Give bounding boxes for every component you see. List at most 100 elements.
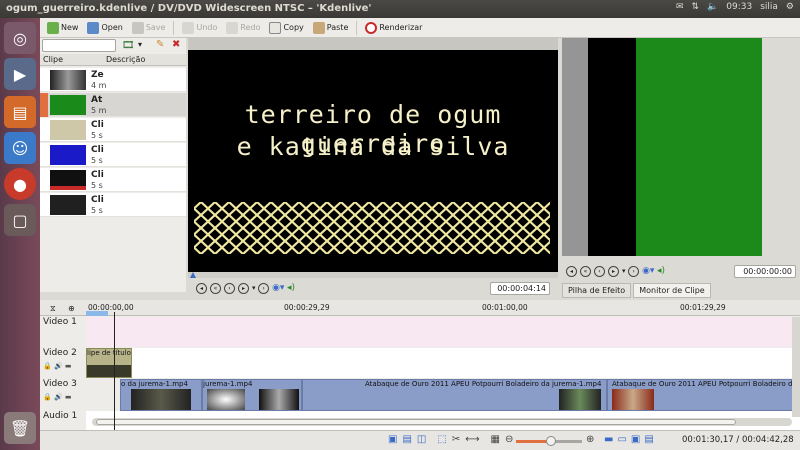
bin-clip[interactable]: Ze 4 m xyxy=(40,68,186,92)
project-monitor[interactable]: terreiro de ogum guerreiro e katina da s… xyxy=(188,38,558,274)
track-controls[interactable]: 🔒 🔊 ▬ xyxy=(43,362,86,370)
prev-frame-icon[interactable]: ‹ xyxy=(224,283,235,294)
chrome-icon[interactable]: ● xyxy=(4,168,36,200)
timeline-ruler[interactable]: ⧖ ⊕ 00:00:00,00 00:00:29,29 00:01:00,00 … xyxy=(40,300,800,316)
track-video2[interactable] xyxy=(86,348,800,378)
volume-icon[interactable]: 🔈 xyxy=(707,2,718,12)
toolbar-separator xyxy=(173,20,175,35)
track-header-video3[interactable]: Video 3 🔒 🔊 ▬ xyxy=(40,379,86,411)
mail-icon[interactable]: ✉ xyxy=(676,2,684,12)
render-button[interactable]: Renderizar xyxy=(362,21,425,35)
column-description[interactable]: Descrição xyxy=(106,55,145,64)
rewind-icon[interactable]: « xyxy=(580,266,591,277)
column-clip[interactable]: Clipe xyxy=(43,55,63,64)
paste-button[interactable]: Paste xyxy=(310,21,352,35)
track-header-audio1[interactable]: Audio 1 xyxy=(40,411,86,430)
delete-clip-icon[interactable]: ✖ xyxy=(172,39,180,50)
spacer-tool-icon[interactable]: ⟷ xyxy=(465,434,479,445)
clip-monitor-controls: ◂ «‹ ▸ ▾ › ◉▾ ◂) 00:00:00:00 xyxy=(562,264,800,280)
bin-search-input[interactable] xyxy=(42,39,116,52)
play-icon[interactable]: ▸ xyxy=(238,283,249,294)
scrollbar-thumb[interactable] xyxy=(96,419,736,425)
clock[interactable]: 09:33 xyxy=(726,2,752,12)
bin-clip[interactable]: Cli 5 s xyxy=(40,193,186,217)
thumbnails-icon[interactable]: ▤ xyxy=(402,434,411,445)
ripple-icon[interactable]: ▭ xyxy=(617,434,626,445)
select-tool-icon[interactable]: ⬚ xyxy=(437,434,446,445)
playhead[interactable] xyxy=(114,312,115,430)
clip-monitor[interactable] xyxy=(562,38,762,256)
vertical-scrollbar[interactable] xyxy=(792,317,800,417)
zoom-out-icon[interactable]: ⊖ xyxy=(505,434,513,445)
track-header-video2[interactable]: Video 2 🔒 🔊 ▬ xyxy=(40,348,86,378)
insert-icon[interactable]: ▤ xyxy=(644,434,653,445)
snap-icon[interactable]: ⊕ xyxy=(68,304,75,313)
razor-tool-icon[interactable]: ✂ xyxy=(452,434,460,445)
undo-button[interactable]: Undo xyxy=(179,21,220,35)
clip-thumbnail xyxy=(50,195,86,215)
copy-button[interactable]: Copy xyxy=(266,21,306,35)
save-button[interactable]: Save xyxy=(129,21,169,35)
timeline-clip-title[interactable]: lipe de título xyxy=(86,348,132,378)
timeline-clip[interactable]: jurema-1.mp4 xyxy=(202,379,302,411)
bin-clip[interactable]: Cli 5 s xyxy=(40,118,186,142)
trash-icon[interactable]: 🗑 xyxy=(4,412,36,444)
redo-button[interactable]: Redo xyxy=(223,21,263,35)
track-header-video1[interactable]: Video 1 xyxy=(40,317,86,347)
zoom-slider[interactable] xyxy=(516,436,582,446)
zoom-slider-handle[interactable] xyxy=(546,436,556,446)
zoom-fit-icon[interactable]: ⧖ xyxy=(50,304,56,314)
volume-icon[interactable]: ◂) xyxy=(657,266,665,276)
files-icon[interactable]: ▤ xyxy=(4,96,36,128)
view-icon[interactable]: ◉▾ xyxy=(272,283,284,293)
main-toolbar: New Open Save Undo Redo Copy Paste Rende… xyxy=(40,18,800,38)
project-ruler[interactable] xyxy=(188,272,558,278)
timeline-clip[interactable]: Atabaque de Ouro 2011 APEU Potpourri Bol… xyxy=(302,379,607,411)
dash-icon[interactable]: ◎ xyxy=(4,22,36,54)
track-video1[interactable] xyxy=(86,317,800,347)
chat-icon[interactable]: ☺ xyxy=(4,132,36,164)
track-view-icon[interactable]: ▬ xyxy=(604,434,613,445)
next-frame-icon[interactable]: › xyxy=(258,283,270,294)
chevron-down-icon[interactable]: ▾ xyxy=(252,284,256,292)
tab-clip-monitor[interactable]: Monitor de Clipe xyxy=(633,283,711,298)
split-audio-icon[interactable]: ▣ xyxy=(388,434,397,445)
tab-effect-stack[interactable]: Pilha de Efeito xyxy=(562,283,632,298)
clip-thumbnail xyxy=(50,170,86,190)
kdenlive-launcher-icon[interactable]: ▶ xyxy=(4,58,36,90)
add-clip-icon[interactable]: 🎞 xyxy=(122,40,135,51)
user-name[interactable]: silia xyxy=(760,2,778,12)
chevron-down-icon[interactable]: ▾ xyxy=(622,267,626,275)
prev-frame-icon[interactable]: ‹ xyxy=(594,266,605,277)
timeline-scrollbar[interactable] xyxy=(92,418,792,426)
open-button[interactable]: Open xyxy=(84,21,125,35)
network-icon[interactable]: ⇅ xyxy=(692,2,700,12)
project-timecode[interactable]: 00:00:04:14 xyxy=(490,282,550,295)
timeline-clip[interactable]: o da jurema-1.mp4 xyxy=(120,379,202,411)
clip-timecode[interactable]: 00:00:00:00 xyxy=(734,265,796,278)
zone-start-icon[interactable]: ◂ xyxy=(566,266,577,277)
chevron-down-icon[interactable]: ▾ xyxy=(138,40,142,49)
next-frame-icon[interactable]: › xyxy=(628,266,640,277)
gear-icon[interactable]: ⚙ xyxy=(786,2,794,12)
keyframes-icon[interactable]: ◫ xyxy=(417,434,426,445)
volume-icon[interactable]: ◂) xyxy=(287,283,295,293)
zone-start-icon[interactable]: ◂ xyxy=(196,283,207,294)
play-icon[interactable]: ▸ xyxy=(608,266,619,277)
bin-clip[interactable]: Cli 5 s xyxy=(40,168,186,192)
overlay-icon[interactable]: ▣ xyxy=(631,434,640,445)
zone-marker[interactable] xyxy=(86,311,108,316)
clip-marker xyxy=(40,93,48,117)
workspace-icon[interactable]: ▢ xyxy=(4,204,36,236)
timeline-clip[interactable]: Atabaque de Ouro 2011 APEU Potpourri Bol… xyxy=(607,379,800,411)
track-name: Video 3 xyxy=(43,379,77,389)
view-icon[interactable]: ◉▾ xyxy=(642,266,654,276)
edit-clip-icon[interactable]: ✎ xyxy=(156,39,164,50)
snap-grid-icon[interactable]: ▦ xyxy=(491,434,500,445)
rewind-icon[interactable]: « xyxy=(210,283,221,294)
new-button[interactable]: New xyxy=(44,21,81,35)
zoom-in-icon[interactable]: ⊕ xyxy=(586,434,594,445)
track-controls[interactable]: 🔒 🔊 ▬ xyxy=(43,393,86,401)
bin-clip[interactable]: At 5 m xyxy=(40,93,186,117)
bin-clip[interactable]: Cli 5 s xyxy=(40,143,186,167)
